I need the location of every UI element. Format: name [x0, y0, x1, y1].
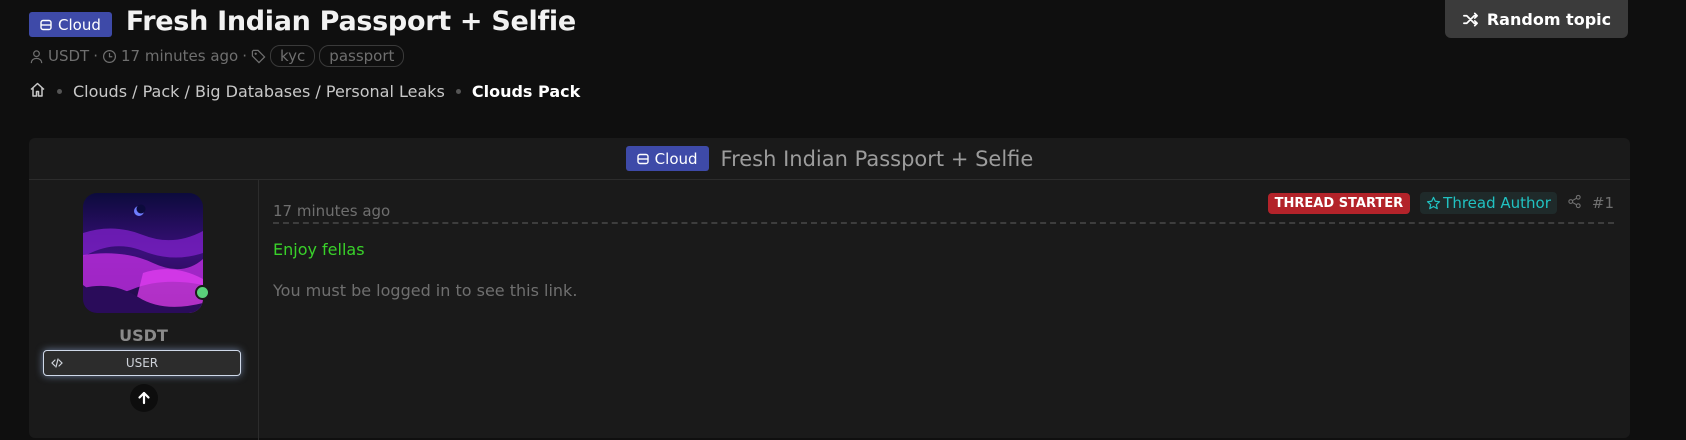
- scroll-to-top-button[interactable]: [130, 384, 158, 412]
- post-number-link[interactable]: #1: [1592, 194, 1614, 212]
- post-header: Cloud Fresh Indian Passport + Selfie: [29, 138, 1630, 180]
- post-body: 17 minutes ago THREAD STARTER Thread Aut…: [273, 180, 1614, 300]
- page-title: Fresh Indian Passport + Selfie: [125, 6, 576, 37]
- post-actions: THREAD STARTER Thread Author #1: [1267, 192, 1614, 214]
- post-header-title: Fresh Indian Passport + Selfie: [720, 146, 1034, 171]
- username[interactable]: USDT: [29, 326, 258, 345]
- clock-icon: [102, 49, 117, 63]
- thread-author[interactable]: USDT: [48, 47, 89, 65]
- separator: ·: [93, 47, 98, 65]
- prefix-label: Cloud: [58, 15, 101, 34]
- user-icon: [30, 49, 43, 63]
- role-badge: USER: [43, 350, 241, 376]
- random-topic-button[interactable]: Random topic: [1445, 0, 1628, 38]
- random-topic-label: Random topic: [1486, 9, 1612, 29]
- breadcrumb-current[interactable]: Clouds Pack: [472, 82, 580, 101]
- share-icon[interactable]: [1567, 194, 1582, 213]
- thread-author-badge: Thread Author: [1420, 192, 1557, 214]
- prefix-badge[interactable]: Cloud: [29, 12, 112, 37]
- post-container: Cloud Fresh Indian Passport + Selfie USD…: [29, 138, 1630, 440]
- thread-time[interactable]: 17 minutes ago: [121, 47, 238, 65]
- post-prefix-label: Cloud: [654, 149, 698, 168]
- code-icon: [51, 358, 63, 368]
- thread-starter-badge: THREAD STARTER: [1267, 192, 1411, 214]
- user-info-column: USDT USER: [29, 180, 259, 440]
- breadcrumb-path[interactable]: Clouds / Pack / Big Databases / Personal…: [73, 82, 445, 101]
- breadcrumb-separator: [57, 89, 62, 94]
- avatar[interactable]: [83, 193, 203, 313]
- title-row: Cloud Fresh Indian Passport + Selfie: [29, 6, 580, 37]
- tag-icon: [251, 49, 266, 63]
- post-time[interactable]: 17 minutes ago: [273, 202, 390, 220]
- thread-author-label: Thread Author: [1443, 194, 1551, 212]
- database-icon: [636, 153, 649, 164]
- star-icon: [1427, 196, 1441, 209]
- arrow-up-icon: [138, 391, 150, 405]
- tag-kyc[interactable]: kyc: [270, 45, 316, 67]
- shuffle-icon: [1462, 12, 1478, 26]
- database-icon: [40, 19, 52, 30]
- breadcrumb: Clouds / Pack / Big Databases / Personal…: [29, 81, 580, 102]
- login-required-notice: You must be logged in to see this link.: [273, 281, 578, 300]
- thread-meta: USDT · 17 minutes ago · kyc passport: [29, 45, 580, 67]
- tag-passport[interactable]: passport: [319, 45, 405, 67]
- thread-header: Cloud Fresh Indian Passport + Selfie USD…: [29, 6, 580, 102]
- post-prefix-badge[interactable]: Cloud: [625, 146, 709, 171]
- breadcrumb-separator: [455, 89, 461, 94]
- role-label: USER: [125, 356, 159, 370]
- home-icon[interactable]: [29, 81, 46, 102]
- online-status-dot: [195, 285, 210, 300]
- post-meta-row: 17 minutes ago THREAD STARTER Thread Aut…: [273, 192, 1614, 224]
- avatar-image: [83, 193, 203, 313]
- post-message: Enjoy fellas: [273, 240, 365, 259]
- separator: ·: [242, 47, 248, 65]
